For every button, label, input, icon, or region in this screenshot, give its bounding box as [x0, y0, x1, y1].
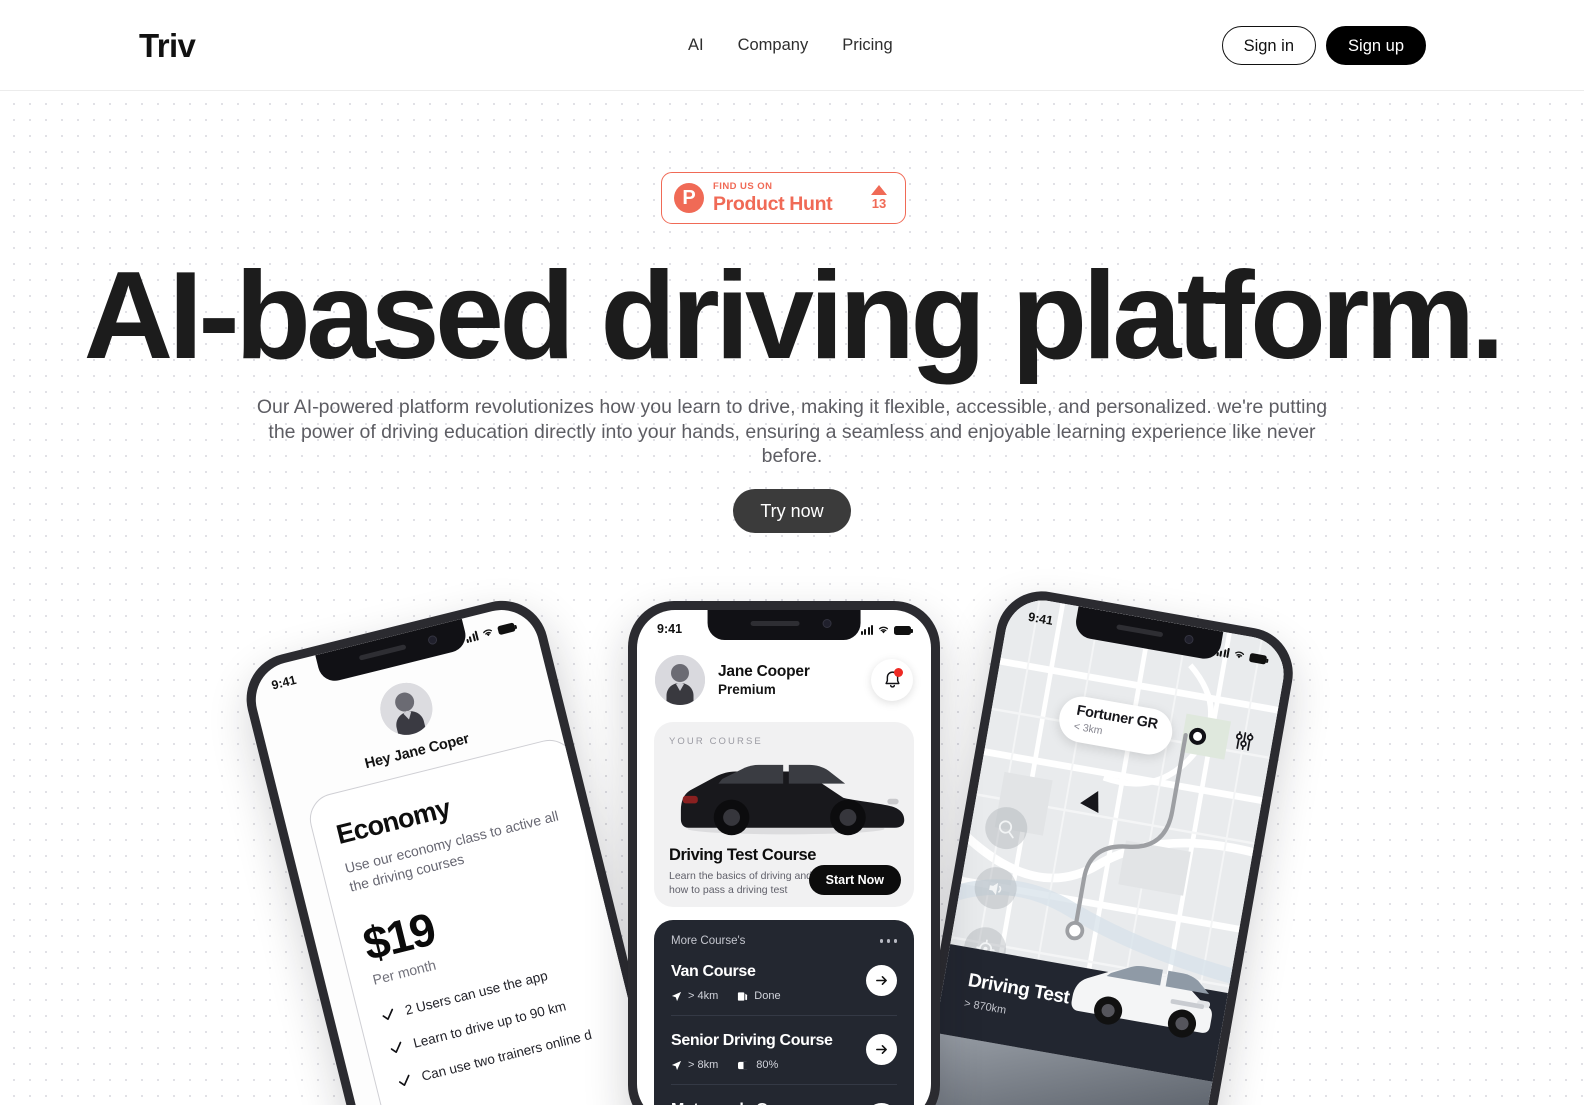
sliders-icon — [1236, 731, 1254, 751]
battery-icon — [496, 621, 516, 635]
status-icons — [464, 620, 516, 643]
status-time: 9:41 — [657, 622, 683, 636]
product-hunt-votes[interactable]: 13 — [859, 185, 905, 211]
more-courses-label: More Course's — [671, 935, 746, 947]
product-hunt-tagline: FIND US ON — [713, 180, 773, 192]
phone-mockup-center: 9:41 Jane Cooper Premium YOUR COURSE Dri… — [628, 601, 940, 1105]
wifi-icon — [483, 628, 492, 636]
sign-in-button[interactable]: Sign in — [1221, 26, 1317, 65]
wifi-icon — [1235, 651, 1245, 658]
course-item-title: Senior Driving Course — [671, 1032, 833, 1049]
course-list-item[interactable]: Van Course > 4km Done — [671, 947, 897, 1016]
pricing-card: Economy Use our economy class to active … — [304, 734, 661, 1105]
check-icon — [398, 1074, 410, 1087]
battery-status-icon — [738, 1061, 751, 1069]
course-item-meta: > 8km 80% — [671, 1059, 897, 1071]
landing-page: Triv AI Company Pricing Sign in Sign up … — [0, 0, 1584, 1105]
user-avatar — [374, 677, 438, 741]
site-header: Triv AI Company Pricing Sign in Sign up — [0, 0, 1584, 91]
map-search-button[interactable] — [981, 803, 1031, 853]
course-distance: > 4km — [671, 990, 718, 1002]
phone-mockup-left: 9:41 Hey Jane Coper Economy Use our econ… — [236, 591, 672, 1105]
course-status-label: 80% — [756, 1059, 779, 1071]
volume-icon — [988, 882, 1001, 895]
navigation-arrow-icon — [671, 991, 682, 1001]
more-options-icon[interactable] — [879, 939, 897, 943]
course-status: Done — [737, 990, 781, 1002]
course-open-button[interactable] — [866, 965, 897, 996]
course-item-title: Van Course — [671, 963, 756, 980]
status-icons — [860, 624, 914, 635]
try-now-button[interactable]: Try now — [733, 489, 851, 533]
user-plan-badge: Premium — [718, 681, 776, 697]
user-info: Jane Cooper Premium — [718, 662, 871, 699]
check-icon — [382, 1008, 394, 1021]
navigation-arrow-icon — [671, 1060, 682, 1070]
arrow-right-icon — [876, 975, 887, 986]
phone-left-screen: 9:41 Hey Jane Coper Economy Use our econ… — [247, 601, 661, 1105]
course-open-button[interactable] — [866, 1034, 897, 1065]
sign-up-button[interactable]: Sign up — [1326, 26, 1426, 65]
status-time: 9:41 — [270, 672, 298, 693]
profile-header: Jane Cooper Premium — [655, 652, 913, 708]
course-distance: > 8km — [671, 1059, 718, 1071]
product-hunt-badge[interactable]: P FIND US ON Product Hunt 13 — [661, 172, 906, 224]
product-hunt-text: FIND US ON Product Hunt — [713, 181, 859, 216]
battery-icon — [894, 625, 914, 635]
nav-item-pricing[interactable]: Pricing — [842, 34, 892, 56]
phone-center-screen: 9:41 Jane Cooper Premium YOUR COURSE Dri… — [637, 610, 931, 1105]
course-title: Driving Test Course — [669, 846, 817, 864]
phone-right-screen: 9:41 Fortuner GR < 3km Driving Test Cour… — [920, 594, 1290, 1105]
course-item-title: Motorcycle Course — [671, 1101, 897, 1105]
nav-item-company[interactable]: Company — [738, 34, 809, 56]
nav-item-ai[interactable]: AI — [688, 34, 704, 56]
product-hunt-icon: P — [674, 183, 704, 213]
course-distance-label: > 4km — [688, 990, 719, 1002]
notifications-button[interactable] — [871, 659, 913, 701]
arrow-right-icon — [876, 1044, 887, 1055]
hero-subheadline: Our AI-powered platform revolutionizes h… — [256, 396, 1328, 467]
section-label: YOUR COURSE — [669, 736, 763, 747]
upvote-arrow-icon — [871, 185, 887, 195]
hero-headline: AI-based driving platform. — [83, 247, 1505, 385]
course-description: Learn the basics of driving and how to p… — [669, 870, 813, 896]
course-list-item[interactable]: Senior Driving Course > 8km 80% — [671, 1016, 897, 1085]
check-icon — [390, 1041, 402, 1054]
map-filter-button[interactable] — [1232, 729, 1256, 757]
user-avatar[interactable] — [655, 655, 705, 705]
status-bar: 9:41 — [637, 618, 931, 640]
phone-mockups: 9:41 Hey Jane Coper Economy Use our econ… — [0, 584, 1584, 1105]
cellular-signal-icon — [1215, 646, 1230, 658]
featured-course-card[interactable]: YOUR COURSE Driving Test Course Learn th… — [654, 722, 914, 907]
search-icon — [998, 819, 1014, 838]
status-icons — [1215, 645, 1268, 665]
map-volume-button[interactable] — [971, 863, 1020, 913]
product-hunt-name: Product Hunt — [713, 192, 833, 215]
course-item-meta: > 4km Done — [671, 990, 897, 1002]
course-distance-label: > 8km — [688, 1059, 719, 1071]
hero-section: P FIND US ON Product Hunt 13 AI-based dr… — [0, 91, 1584, 1105]
wifi-icon — [878, 626, 889, 633]
course-status-label: Done — [754, 990, 781, 1002]
brand-logo[interactable]: Triv — [139, 27, 196, 65]
phone-mockup-right: 9:41 Fortuner GR < 3km Driving Test Cour… — [909, 584, 1301, 1105]
more-courses-panel: More Course's Van Course > 4km Done Seni… — [654, 920, 914, 1105]
cellular-signal-icon — [860, 625, 873, 635]
cellular-signal-icon — [464, 630, 479, 643]
notification-badge-dot — [894, 668, 903, 677]
course-status: 80% — [737, 1059, 778, 1071]
upvote-count: 13 — [871, 196, 887, 211]
more-courses-header: More Course's — [671, 935, 897, 947]
fuel-icon — [738, 991, 748, 1001]
course-list-item[interactable]: Motorcycle Course — [671, 1085, 897, 1105]
main-navigation: AI Company Pricing — [688, 34, 893, 56]
hero-cta-wrapper: Try now — [0, 489, 1584, 533]
start-now-button[interactable]: Start Now — [808, 865, 901, 895]
suv-car-image — [664, 750, 908, 838]
status-time: 9:41 — [1027, 609, 1055, 628]
battery-icon — [1248, 652, 1268, 665]
user-name: Jane Cooper — [718, 662, 810, 680]
auth-buttons: Sign in Sign up — [1221, 26, 1426, 65]
